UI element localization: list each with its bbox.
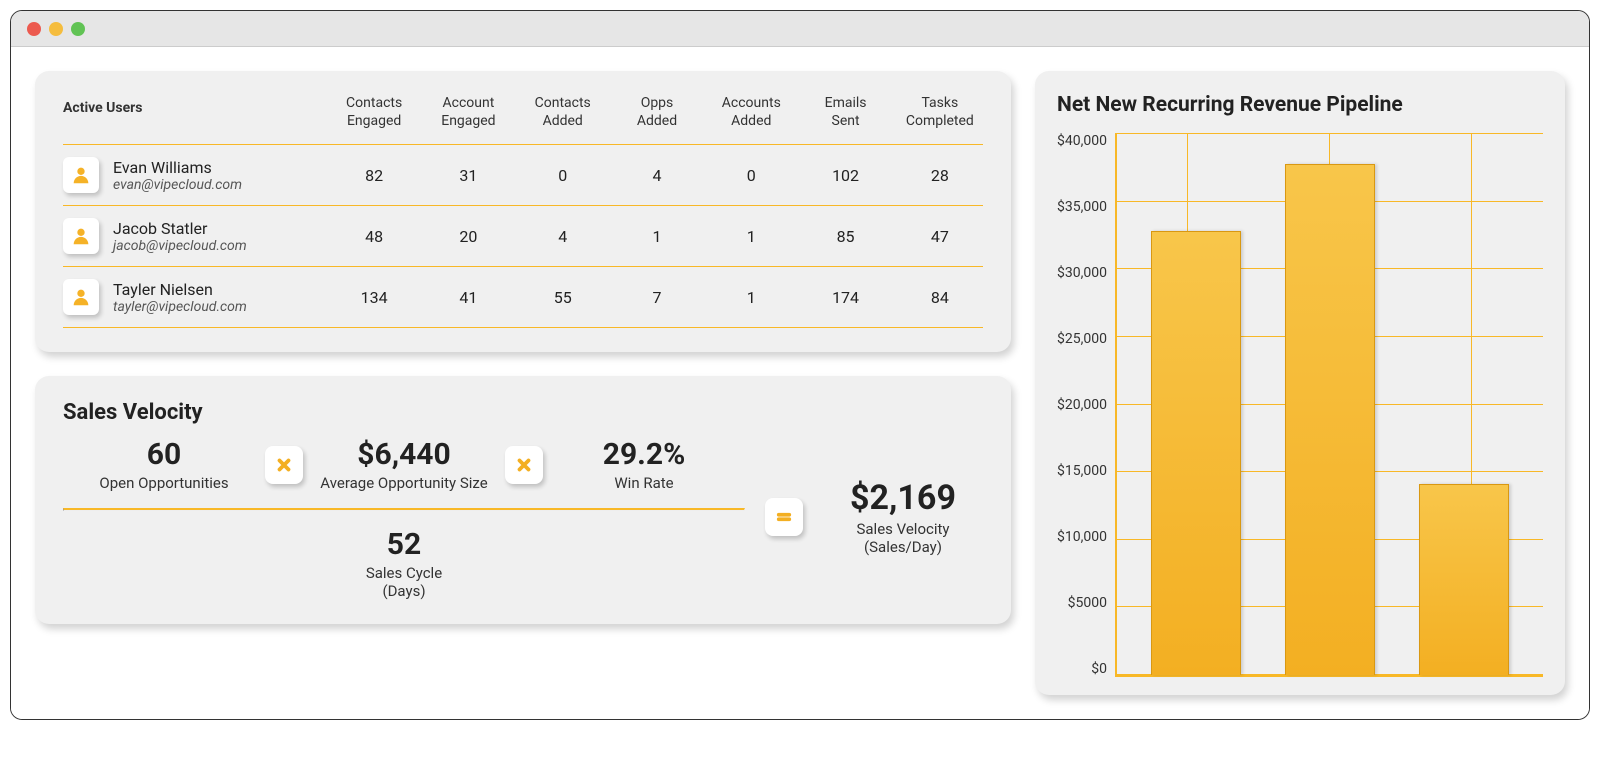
open-opps-label: Open Opportunities [63, 474, 265, 492]
minimize-window-button[interactable] [49, 22, 63, 36]
active-users-title: Active Users [63, 100, 323, 118]
sv-denominator: 52 Sales Cycle (Days) [63, 511, 745, 600]
open-opps-value: 60 [63, 437, 265, 472]
sales-velocity-result: $2,169 Sales Velocity (Sales/Day) [823, 478, 983, 556]
table-cell: 7 [614, 288, 700, 307]
active-users-table: Active Users Contacts Engaged Account En… [63, 95, 983, 328]
col-contacts-engaged: Contacts Engaged [331, 95, 417, 130]
win-rate-label: Win Rate [543, 474, 745, 492]
dashboard-content: Active Users Contacts Engaged Account En… [11, 47, 1589, 719]
table-cell: 1 [614, 227, 700, 246]
table-cell: 0 [708, 166, 794, 185]
col-contacts-added: Contacts Added [520, 95, 606, 130]
metric-avg-opp-size: $6,440 Average Opportunity Size [303, 437, 505, 492]
avg-opp-value: $6,440 [303, 437, 505, 472]
table-cell: 134 [331, 288, 417, 307]
y-axis-tick: $20,000 [1057, 397, 1107, 413]
sales-velocity-title: Sales Velocity [63, 400, 983, 425]
y-axis-tick: $40,000 [1057, 133, 1107, 149]
table-cell: 82 [331, 166, 417, 185]
chart-bar [1285, 164, 1375, 675]
table-cell: 174 [802, 288, 888, 307]
table-cell: 47 [897, 227, 983, 246]
multiply-icon [505, 446, 543, 484]
chart-area: $40,000 $35,000 $30,000 $25,000 $20,000 $15,0… [1057, 133, 1543, 677]
table-cell: 4 [614, 166, 700, 185]
table-header-row: Active Users Contacts Engaged Account En… [63, 95, 983, 145]
table-cell: 4 [520, 227, 606, 246]
user-avatar-icon [63, 157, 99, 193]
y-axis-tick: $35,000 [1057, 199, 1107, 215]
table-cell: 0 [520, 166, 606, 185]
table-cell: 41 [425, 288, 511, 307]
multiply-icon [265, 446, 303, 484]
col-accounts-added: Accounts Added [708, 95, 794, 130]
avg-opp-label: Average Opportunity Size [303, 474, 505, 492]
metric-open-opportunities: 60 Open Opportunities [63, 437, 265, 492]
y-axis-tick: $0 [1091, 661, 1107, 677]
col-account-engaged: Account Engaged [425, 95, 511, 130]
user-name: Jacob Statler [113, 219, 247, 238]
maximize-window-button[interactable] [71, 22, 85, 36]
table-cell: 48 [331, 227, 417, 246]
equals-icon [765, 498, 803, 536]
revenue-pipeline-title: Net New Recurring Revenue Pipeline [1057, 93, 1543, 117]
active-users-card: Active Users Contacts Engaged Account En… [35, 71, 1011, 352]
left-column: Active Users Contacts Engaged Account En… [35, 71, 1011, 695]
col-emails-sent: Emails Sent [802, 95, 888, 130]
y-axis-tick: $30,000 [1057, 265, 1107, 281]
col-tasks-completed: Tasks Completed [897, 95, 983, 130]
table-row: Jacob Statler jacob@vipecloud.com 482041… [63, 206, 983, 267]
win-rate-value: 29.2% [543, 437, 745, 472]
table-cell: 85 [802, 227, 888, 246]
sales-cycle-label: Sales Cycle (Days) [63, 564, 745, 600]
table-cell: 84 [897, 288, 983, 307]
revenue-pipeline-card: Net New Recurring Revenue Pipeline $40,0… [1035, 71, 1565, 695]
window-titlebar [11, 11, 1589, 47]
table-cell: 28 [897, 166, 983, 185]
chart-bar [1419, 484, 1509, 675]
sales-velocity-label: Sales Velocity (Sales/Day) [823, 520, 983, 556]
user-cell: Tayler Nielsen tayler@vipecloud.com [63, 279, 323, 315]
app-window: Active Users Contacts Engaged Account En… [10, 10, 1590, 720]
sv-numerator: 60 Open Opportunities $6,440 Average Opp… [63, 433, 745, 508]
col-opps-added: Opps Added [614, 95, 700, 130]
user-cell: Evan Williams evan@vipecloud.com [63, 157, 323, 193]
table-cell: 1 [708, 227, 794, 246]
y-axis-tick: $10,000 [1057, 529, 1107, 545]
sales-cycle-value: 52 [63, 527, 745, 562]
table-row: Evan Williams evan@vipecloud.com 82 31 040… [63, 145, 983, 206]
sales-velocity-value: $2,169 [823, 478, 983, 518]
table-cell: 31 [425, 166, 511, 185]
close-window-button[interactable] [27, 22, 41, 36]
sales-velocity-formula: 60 Open Opportunities $6,440 Average Opp… [63, 433, 983, 600]
equals-group [765, 498, 803, 536]
chart-bars [1117, 133, 1543, 675]
table-cell: 20 [425, 227, 511, 246]
user-name: Tayler Nielsen [113, 280, 247, 299]
sales-velocity-card: Sales Velocity 60 Open Opportunities [35, 376, 1011, 624]
table-cell: 1 [708, 288, 794, 307]
y-axis-tick: $5000 [1068, 595, 1107, 611]
user-email: jacob@vipecloud.com [113, 238, 247, 254]
user-avatar-icon [63, 218, 99, 254]
user-email: tayler@vipecloud.com [113, 299, 247, 315]
user-avatar-icon [63, 279, 99, 315]
metric-win-rate: 29.2% Win Rate [543, 437, 745, 492]
user-name: Evan Williams [113, 158, 242, 177]
chart-y-axis: $40,000 $35,000 $30,000 $25,000 $20,000 $15,0… [1057, 133, 1107, 677]
chart-plot [1115, 133, 1543, 677]
chart-bar [1151, 231, 1241, 675]
y-axis-tick: $25,000 [1057, 331, 1107, 347]
sales-velocity-fraction: 60 Open Opportunities $6,440 Average Opp… [63, 433, 745, 600]
user-email: evan@vipecloud.com [113, 177, 242, 193]
user-cell: Jacob Statler jacob@vipecloud.com [63, 218, 323, 254]
table-cell: 102 [802, 166, 888, 185]
table-row: Tayler Nielsen tayler@vipecloud.com 134 4… [63, 267, 983, 328]
y-axis-tick: $15,000 [1057, 463, 1107, 479]
table-cell: 55 [520, 288, 606, 307]
